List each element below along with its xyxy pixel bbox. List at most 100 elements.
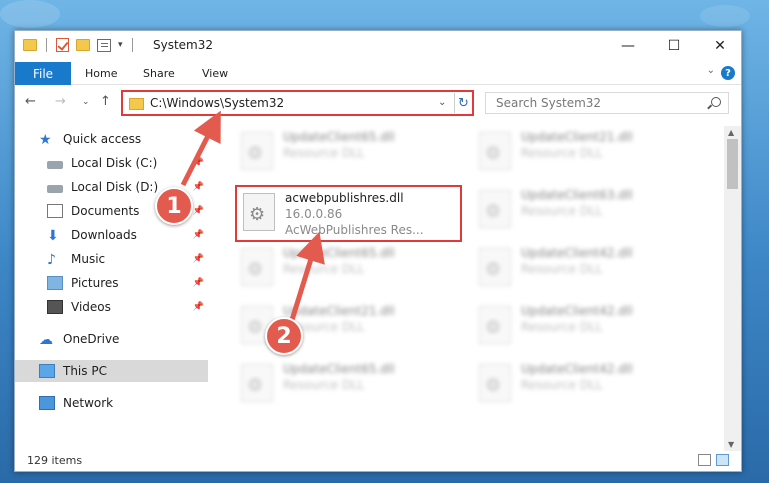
new-folder-icon[interactable]	[76, 39, 90, 51]
pin-icon[interactable]: 📌	[193, 278, 204, 288]
customize-toolbar-icon[interactable]: ▾	[118, 40, 123, 50]
sidebar-item-this-pc[interactable]: This PC	[15, 360, 208, 382]
vertical-scrollbar[interactable]: ▲ ▼	[724, 126, 741, 451]
divider	[46, 38, 47, 52]
file-description: AcWebPublishres Res...	[285, 223, 424, 237]
dll-file-icon	[241, 248, 273, 286]
minimize-button[interactable]: —	[605, 31, 651, 61]
list-item[interactable]: UpdateClient65.dll Resource DLL	[235, 242, 455, 296]
network-icon	[39, 396, 55, 410]
up-button[interactable]: ↑	[100, 94, 111, 109]
dll-file-icon	[479, 306, 511, 344]
forward-button[interactable]: →	[55, 94, 66, 109]
scroll-down-icon[interactable]: ▼	[728, 440, 734, 449]
list-item[interactable]: UpdateClient65.dll Resource DLL	[235, 126, 455, 180]
address-path[interactable]: C:\Windows\System32	[150, 96, 284, 110]
dll-file-icon	[479, 364, 511, 402]
file-type: Resource DLL	[521, 262, 603, 276]
address-bar[interactable]: C:\Windows\System32 ⌄ ↻	[121, 90, 474, 116]
quick-access-toolbar: ▾	[23, 38, 135, 52]
scroll-up-icon[interactable]: ▲	[728, 128, 734, 137]
file-type: Resource DLL	[283, 146, 365, 160]
sidebar-item-label: Music	[71, 252, 106, 266]
step-1-badge: 1	[155, 187, 193, 225]
list-item[interactable]: UpdateClient65.dll Resource DLL	[235, 358, 455, 412]
pin-icon[interactable]: 📌	[193, 230, 204, 240]
dll-file-icon	[479, 190, 511, 228]
dll-file-icon	[479, 132, 511, 170]
properties-icon[interactable]	[97, 38, 111, 52]
chevron-down-icon[interactable]: ⌄	[438, 97, 446, 108]
scroll-thumb[interactable]	[727, 139, 738, 189]
file-name: UpdateClient65.dll	[283, 362, 395, 376]
pin-icon[interactable]: 📌	[193, 254, 204, 264]
sidebar-item-network[interactable]: Network	[15, 392, 208, 414]
sidebar-item-onedrive[interactable]: ☁ OneDrive	[15, 328, 208, 350]
dll-file-icon	[479, 248, 511, 286]
tab-share[interactable]: Share	[143, 62, 175, 85]
sidebar-item-label: OneDrive	[63, 332, 120, 346]
search-box[interactable]: Search System32	[485, 92, 729, 114]
search-placeholder[interactable]: Search System32	[496, 96, 601, 110]
status-bar: 129 items	[15, 449, 741, 471]
file-type: Resource DLL	[521, 146, 603, 160]
refresh-button[interactable]: ↻	[454, 93, 472, 113]
tab-view[interactable]: View	[202, 62, 228, 85]
file-name: UpdateClient21.dll	[521, 130, 633, 144]
sidebar-item-label: Documents	[71, 204, 140, 218]
computer-icon	[39, 364, 55, 378]
file-name: UpdateClient65.dll	[283, 246, 395, 260]
list-item[interactable]: UpdateClient42.dll Resource DLL	[473, 300, 693, 354]
sidebar-item-quick-access[interactable]: ★ Quick access	[15, 128, 208, 150]
dll-file-icon	[243, 193, 275, 231]
file-list: UpdateClient65.dllResource DLLUpdateClie…	[215, 126, 725, 451]
step-2-badge: 2	[265, 317, 303, 355]
close-button[interactable]: ✕	[697, 31, 743, 61]
dll-file-icon	[241, 132, 273, 170]
download-icon: ⬇	[47, 228, 59, 244]
details-view-icon[interactable]	[698, 454, 711, 466]
sidebar-item-label: Downloads	[71, 228, 137, 242]
help-icon[interactable]: ?	[721, 66, 735, 80]
pin-icon[interactable]: 📌	[193, 302, 204, 312]
pin-icon[interactable]: 📌	[193, 182, 204, 192]
folder-icon	[23, 39, 37, 51]
ribbon-tabs: File Home Share View ⌄ ?	[15, 62, 741, 85]
sidebar-item-downloads[interactable]: ⬇ Downloads 📌	[15, 224, 208, 246]
pictures-icon	[47, 276, 63, 290]
large-icons-view-icon[interactable]	[716, 454, 729, 466]
file-name: UpdateClient42.dll	[521, 246, 633, 260]
drive-icon	[47, 160, 63, 169]
expand-ribbon-icon[interactable]: ⌄	[707, 65, 715, 76]
tab-home[interactable]: Home	[85, 62, 117, 85]
list-item[interactable]: UpdateClient63.dll Resource DLL	[473, 184, 693, 238]
sidebar-item-local-disk-c[interactable]: Local Disk (C:) 📌	[15, 152, 208, 174]
navigation-bar: ← → ⌄ ↑ C:\Windows\System32 ⌄ ↻ Search S…	[15, 88, 741, 118]
videos-icon	[47, 300, 63, 314]
pin-icon[interactable]: 📌	[193, 206, 204, 216]
file-type: Resource DLL	[521, 378, 603, 392]
highlighted-file[interactable]: acwebpublishres.dll 16.0.0.86 AcWebPublish…	[235, 185, 462, 242]
file-type: Resource DLL	[283, 378, 365, 392]
list-item[interactable]: UpdateClient42.dll Resource DLL	[473, 242, 693, 296]
sidebar-item-videos[interactable]: Videos 📌	[15, 296, 208, 318]
tab-file[interactable]: File	[15, 62, 71, 85]
sidebar-item-label: Network	[63, 396, 114, 410]
documents-icon	[47, 204, 63, 218]
list-item[interactable]: UpdateClient42.dll Resource DLL	[473, 358, 693, 412]
sidebar-item-label: Videos	[71, 300, 111, 314]
search-icon[interactable]	[711, 97, 721, 107]
pin-icon[interactable]: 📌	[193, 158, 204, 168]
file-type: Resource DLL	[521, 204, 603, 218]
drive-icon	[47, 184, 63, 193]
sidebar-item-music[interactable]: ♪ Music 📌	[15, 248, 208, 270]
sidebar-item-pictures[interactable]: Pictures 📌	[15, 272, 208, 294]
list-item[interactable]: UpdateClient21.dll Resource DLL	[473, 126, 693, 180]
recent-locations-icon[interactable]: ⌄	[82, 97, 90, 107]
file-type: Resource DLL	[521, 320, 603, 334]
back-button[interactable]: ←	[25, 94, 36, 109]
file-version: 16.0.0.86	[285, 207, 343, 221]
maximize-button[interactable]: ☐	[651, 31, 697, 61]
dll-file-icon	[241, 364, 273, 402]
properties-check-icon[interactable]	[56, 38, 69, 52]
